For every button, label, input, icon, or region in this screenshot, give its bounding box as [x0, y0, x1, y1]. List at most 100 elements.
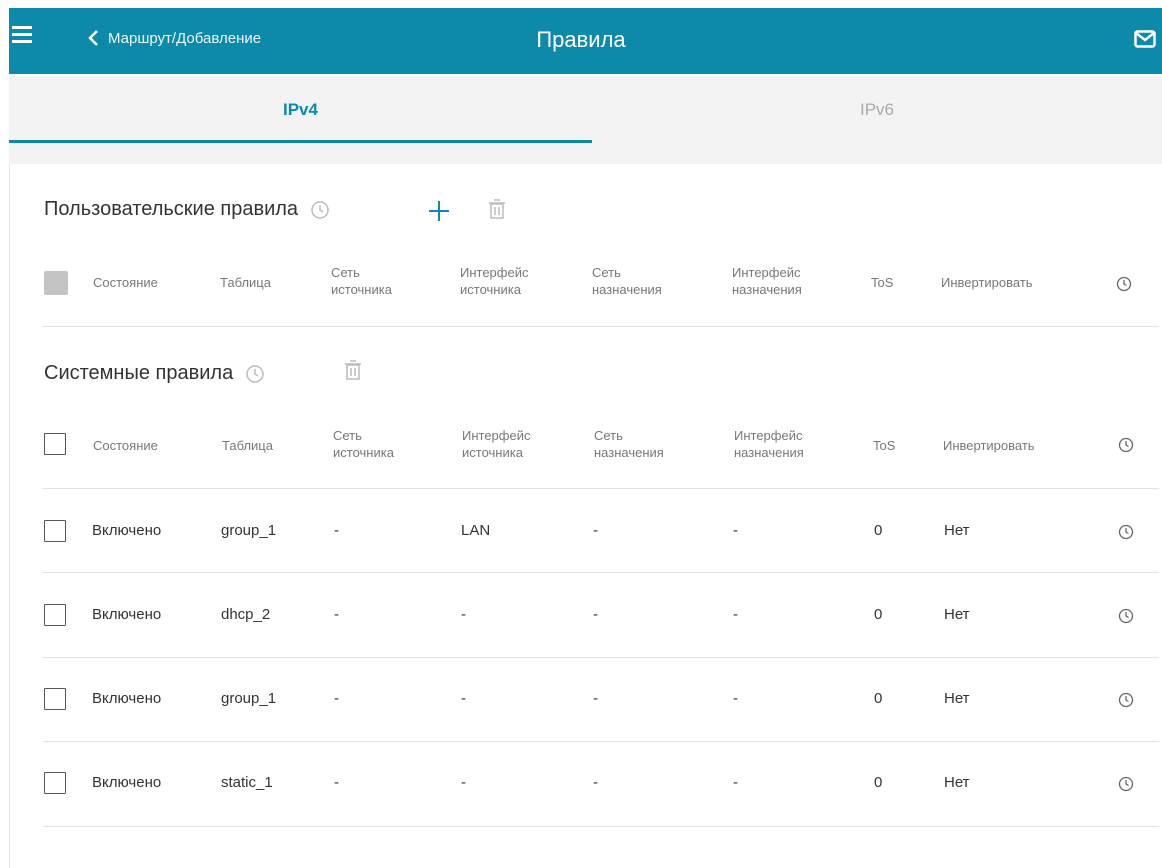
- col-src-if-l2: источника: [462, 445, 523, 460]
- cell-tos: 0: [874, 606, 883, 623]
- cell-src-net: -: [334, 606, 339, 623]
- cell-src-if: -: [461, 774, 466, 791]
- col-src-net-l1: Сеть: [331, 265, 360, 280]
- col-dst-net-l2: назначения: [592, 282, 662, 297]
- col-dst-if-l2: назначения: [732, 282, 802, 297]
- col-state: Состояние: [93, 275, 158, 290]
- cell-src-net: -: [334, 522, 339, 539]
- mail-icon[interactable]: [1134, 30, 1156, 48]
- row-checkbox[interactable]: [44, 520, 66, 542]
- cell-tos: 0: [874, 522, 883, 539]
- col-src-if: Интерфейс источника: [462, 427, 530, 461]
- user-rules-title: Пользовательские правила: [44, 198, 330, 221]
- cell-state: Включено: [92, 774, 162, 791]
- col-src-if-l2: источника: [460, 282, 521, 297]
- system-rules-title: Системные правила: [44, 362, 265, 385]
- cell-tos: 0: [874, 774, 883, 791]
- clock-icon: [311, 200, 329, 219]
- cell-src-net: -: [334, 774, 339, 791]
- add-rule-icon[interactable]: [428, 200, 450, 222]
- cell-dst-if: -: [733, 690, 738, 707]
- cell-dst-if: -: [733, 522, 738, 539]
- cell-src-net: -: [334, 690, 339, 707]
- col-dst-net: Сеть назначения: [592, 264, 662, 298]
- user-rules-title-text: Пользовательские правила: [44, 198, 299, 220]
- col-src-if: Интерфейс источника: [460, 264, 528, 298]
- cell-dst-if: -: [733, 606, 738, 623]
- cell-table: static_1: [221, 774, 273, 791]
- col-src-net-l1: Сеть: [333, 428, 362, 443]
- col-dst-if: Интерфейс назначения: [734, 427, 804, 461]
- col-dst-net-l1: Сеть: [594, 428, 623, 443]
- divider: [43, 657, 1159, 658]
- tabs-divider: [9, 144, 1162, 164]
- page-title: Правила: [536, 27, 626, 52]
- clock-icon: [246, 364, 264, 383]
- tab-bar: IPv4 IPv6: [9, 76, 1162, 144]
- col-dst-net-l2: назначения: [594, 445, 664, 460]
- cell-table: group_1: [221, 522, 277, 539]
- tab-ipv6[interactable]: IPv6: [592, 76, 1162, 144]
- clock-icon[interactable]: [1118, 608, 1134, 624]
- cell-tos: 0: [874, 690, 883, 707]
- cell-dst-if: -: [733, 774, 738, 791]
- top-bar: Маршрут/Добавление Правила: [0, 0, 1162, 76]
- col-src-net-l2: источника: [333, 445, 394, 460]
- divider: [43, 488, 1159, 489]
- col-tos: ToS: [871, 275, 894, 290]
- col-state: Состояние: [93, 438, 158, 453]
- cell-invert: Нет: [944, 606, 970, 623]
- cell-dst-net: -: [593, 774, 598, 791]
- active-tab-indicator: [9, 140, 592, 143]
- clock-icon[interactable]: [1118, 692, 1134, 708]
- col-dst-net-l1: Сеть: [592, 265, 621, 280]
- col-invert: Инвертировать: [941, 275, 1033, 290]
- clock-icon: [1118, 437, 1134, 453]
- col-dst-if: Интерфейс назначения: [732, 264, 802, 298]
- cell-src-if: LAN: [461, 522, 491, 539]
- divider: [43, 572, 1159, 573]
- cell-invert: Нет: [944, 690, 970, 707]
- col-invert: Инвертировать: [943, 438, 1035, 453]
- col-src-net: Сеть источника: [333, 427, 394, 461]
- col-dst-net: Сеть назначения: [594, 427, 664, 461]
- cell-table: group_1: [221, 690, 277, 707]
- cell-src-if: -: [461, 690, 466, 707]
- select-all-system-checkbox[interactable]: [44, 433, 66, 455]
- select-all-checkbox: [44, 271, 68, 295]
- cell-dst-net: -: [593, 690, 598, 707]
- row-checkbox[interactable]: [44, 604, 66, 626]
- cell-src-if: -: [461, 606, 466, 623]
- delete-system-rules-icon[interactable]: [344, 359, 362, 381]
- col-table: Таблица: [220, 275, 271, 290]
- col-dst-if-l1: Интерфейс: [734, 428, 803, 443]
- tab-ipv4[interactable]: IPv4: [9, 76, 592, 144]
- cell-table: dhcp_2: [221, 606, 271, 623]
- col-dst-if-l2: назначения: [734, 445, 804, 460]
- delete-user-rules-icon[interactable]: [488, 198, 506, 220]
- col-src-net: Сеть источника: [331, 264, 392, 298]
- row-checkbox[interactable]: [44, 772, 66, 794]
- cell-state: Включено: [92, 606, 162, 623]
- col-src-if-l1: Интерфейс: [460, 265, 529, 280]
- cell-state: Включено: [92, 522, 162, 539]
- cell-dst-net: -: [593, 522, 598, 539]
- col-src-net-l2: источника: [331, 282, 392, 297]
- col-table: Таблица: [222, 438, 273, 453]
- clock-icon: [1116, 276, 1132, 292]
- divider: [43, 826, 1159, 827]
- cell-invert: Нет: [944, 522, 970, 539]
- clock-icon[interactable]: [1118, 524, 1134, 540]
- cell-state: Включено: [92, 690, 162, 707]
- row-checkbox[interactable]: [44, 688, 66, 710]
- cell-invert: Нет: [944, 774, 970, 791]
- col-dst-if-l1: Интерфейс: [732, 265, 801, 280]
- col-tos: ToS: [873, 438, 896, 453]
- col-src-if-l1: Интерфейс: [462, 428, 531, 443]
- content-panel: [9, 164, 1162, 868]
- divider: [43, 326, 1159, 327]
- clock-icon[interactable]: [1118, 776, 1134, 792]
- cell-dst-net: -: [593, 606, 598, 623]
- system-rules-title-text: Системные правила: [44, 362, 234, 384]
- divider: [43, 741, 1159, 742]
